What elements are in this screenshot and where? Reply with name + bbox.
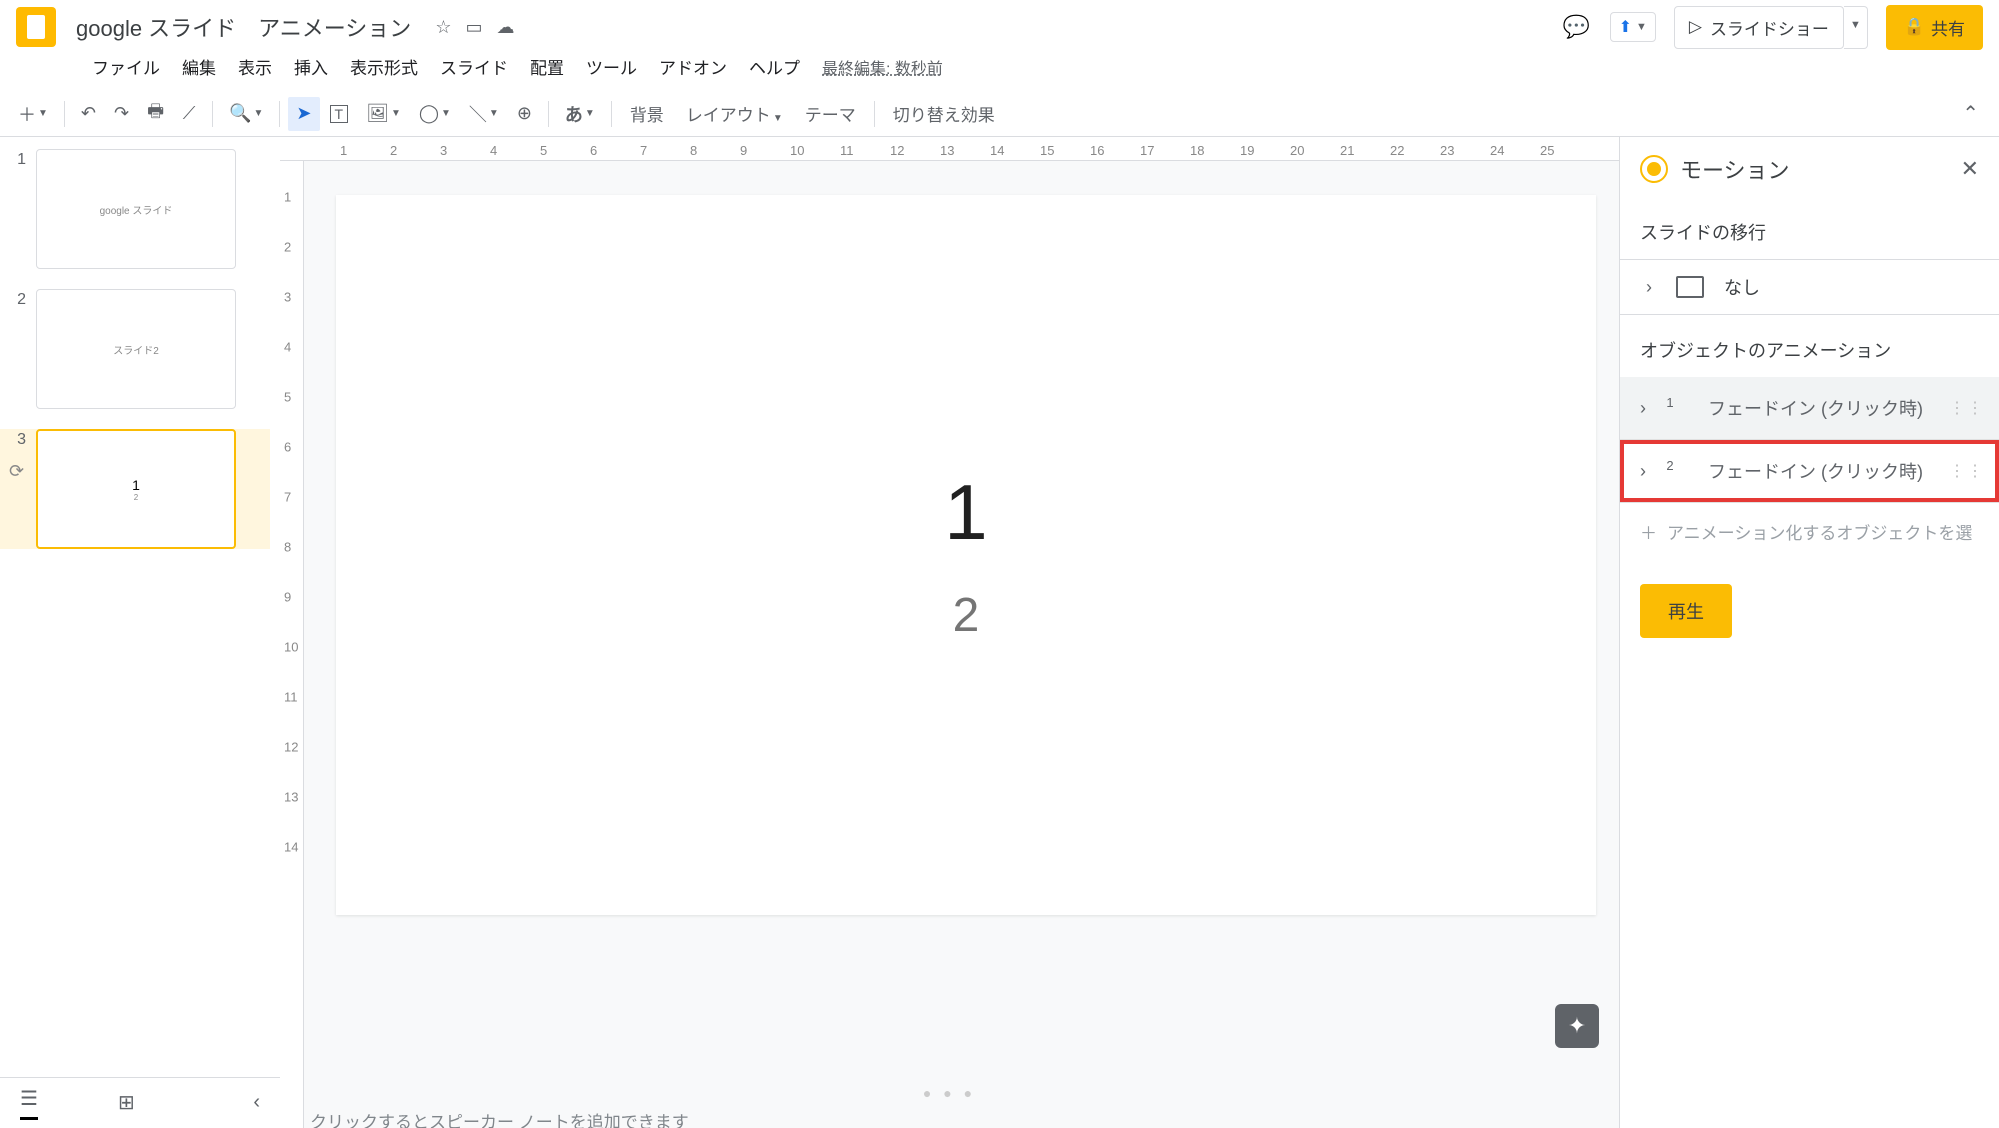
slide-icon — [1676, 276, 1704, 298]
canvas-viewport[interactable]: 1 2 ✦ — [280, 161, 1619, 1088]
title-bar: google スライド アニメーション ☆ ▭ ☁ 💬 ⬆ ▼ ▷ スライドショ… — [0, 0, 1999, 46]
arrow-up-icon: ⬆ — [1619, 17, 1632, 37]
transition-button[interactable]: 切り替え効果 — [883, 97, 1005, 130]
textbox-tool[interactable]: T — [322, 97, 357, 131]
motion-panel-title: モーション — [1680, 153, 1790, 185]
menu-arrange[interactable]: 配置 — [520, 50, 574, 83]
menu-edit[interactable]: 編集 — [172, 50, 226, 83]
chevron-right-icon: › — [1634, 398, 1652, 419]
thumb-preview: 1 2 ⟳ — [36, 429, 236, 549]
undo-button[interactable]: ↶ — [73, 97, 104, 131]
transition-row[interactable]: › なし — [1620, 259, 1999, 315]
layout-button[interactable]: レイアウト▼ — [676, 97, 793, 130]
toolbar: ＋▼ ↶ ↷ 🖶 ⟋ 🔍▼ ➤ T 🖼▼ ◯▼ ＼▼ ⊕ あ▼ 背景 レイアウト… — [0, 91, 1999, 137]
background-button[interactable]: 背景 — [620, 97, 674, 130]
redo-button[interactable]: ↷ — [106, 97, 137, 131]
move-icon[interactable]: ▭ — [465, 17, 482, 38]
theme-button[interactable]: テーマ — [795, 97, 866, 130]
animation-label: フェードイン (クリック時) — [1708, 458, 1923, 484]
new-slide-button[interactable]: ＋▼ — [10, 97, 56, 131]
animation-label: フェードイン (クリック時) — [1708, 395, 1923, 421]
paint-format-button[interactable]: ⟋ — [174, 97, 204, 131]
speaker-notes-drag-handle[interactable]: ● ● ● — [280, 1088, 1619, 1098]
animation-order-number: 2 — [1662, 458, 1678, 473]
select-tool[interactable]: ➤ — [288, 97, 319, 131]
lock-icon: 🔒 — [1904, 17, 1925, 37]
slide-thumb-2[interactable]: 2 スライド2 — [10, 289, 270, 409]
last-edit-link[interactable]: 最終編集: 数秒前 — [822, 55, 943, 79]
drag-handle-icon[interactable]: ⋮⋮ — [1949, 461, 1985, 481]
grid-view-button[interactable]: ⊞ — [118, 1090, 135, 1115]
animation-order-number: 1 — [1662, 395, 1678, 410]
filmstrip-bottom-bar: ☰ ⊞ ‹ — [0, 1077, 280, 1127]
canvas-area: 1234567891011121314151617181920212223242… — [280, 137, 1619, 1128]
slide-subtitle-text[interactable]: 2 — [953, 588, 980, 643]
menu-bar: ファイル 編集 表示 挿入 表示形式 スライド 配置 ツール アドオン ヘルプ … — [0, 46, 1999, 91]
close-panel-button[interactable]: ✕ — [1961, 156, 1979, 182]
thumb-preview: google スライド — [36, 149, 236, 269]
slide-canvas[interactable]: 1 2 — [336, 195, 1596, 915]
slide-title-text[interactable]: 1 — [944, 467, 987, 558]
menu-tools[interactable]: ツール — [576, 50, 647, 83]
add-animation-button[interactable]: ＋ アニメーション化するオブジェクトを選 — [1620, 503, 1999, 560]
transition-section-label: スライドの移行 — [1620, 197, 1999, 259]
motion-icon — [1640, 155, 1668, 183]
zoom-button[interactable]: 🔍▼ — [221, 97, 271, 131]
filmstrip: 1 google スライド 2 スライド2 3 1 2 ⟳ — [0, 137, 280, 1128]
add-animation-label: アニメーション化するオブジェクトを選 — [1667, 519, 1972, 544]
chevron-right-icon: › — [1640, 277, 1658, 298]
explore-button[interactable]: ✦ — [1555, 1004, 1599, 1048]
ime-button[interactable]: あ▼ — [557, 97, 603, 131]
menu-addons[interactable]: アドオン — [649, 50, 737, 83]
menu-format[interactable]: 表示形式 — [340, 50, 428, 83]
thumb-preview: スライド2 — [36, 289, 236, 409]
add-comment-button[interactable]: ⊕ — [509, 97, 540, 131]
image-tool[interactable]: 🖼▼ — [358, 97, 409, 131]
filmstrip-view-button[interactable]: ☰ — [20, 1086, 38, 1120]
slideshow-dropdown[interactable]: ▼ — [1844, 6, 1868, 49]
plus-icon: ＋ — [1640, 519, 1657, 544]
speaker-notes[interactable]: クリックするとスピーカー ノートを追加できます — [280, 1098, 1619, 1128]
share-button[interactable]: 🔒 共有 — [1886, 5, 1983, 50]
menu-insert[interactable]: 挿入 — [284, 50, 338, 83]
collapse-toolbar-button[interactable]: ⌃ — [1952, 97, 1989, 130]
slide-thumb-1[interactable]: 1 google スライド — [10, 149, 270, 269]
print-button[interactable]: 🖶 — [139, 97, 172, 131]
chevron-right-icon: › — [1634, 461, 1652, 482]
animation-indicator-icon: ⟳ — [9, 461, 24, 482]
share-label: 共有 — [1931, 15, 1965, 40]
drag-handle-icon[interactable]: ⋮⋮ — [1949, 398, 1985, 418]
menu-help[interactable]: ヘルプ — [739, 50, 810, 83]
collapse-filmstrip-button[interactable]: ‹ — [253, 1091, 260, 1114]
animation-row-1[interactable]: › 1 フェードイン (クリック時) ⋮⋮ — [1620, 377, 1999, 440]
star-icon[interactable]: ☆ — [435, 17, 451, 38]
animation-row-2[interactable]: › 2 フェードイン (クリック時) ⋮⋮ — [1620, 440, 1999, 503]
present-upload-button[interactable]: ⬆ ▼ — [1610, 12, 1656, 42]
horizontal-ruler: 1234567891011121314151617181920212223242… — [280, 137, 1619, 161]
line-tool[interactable]: ＼▼ — [461, 97, 507, 131]
object-animation-section-label: オブジェクトのアニメーション — [1620, 315, 1999, 377]
slides-logo[interactable] — [16, 7, 56, 47]
play-animations-button[interactable]: 再生 — [1640, 584, 1732, 638]
slideshow-label: スライドショー — [1710, 15, 1829, 40]
menu-file[interactable]: ファイル — [82, 50, 170, 83]
slide-thumb-3[interactable]: 3 1 2 ⟳ — [0, 429, 270, 549]
chevron-down-icon: ▼ — [1636, 21, 1647, 33]
slideshow-button[interactable]: ▷ スライドショー — [1674, 6, 1844, 49]
comment-history-icon[interactable]: 💬 — [1562, 12, 1592, 42]
menu-view[interactable]: 表示 — [228, 50, 282, 83]
play-icon: ▷ — [1689, 17, 1702, 37]
motion-panel: モーション ✕ スライドの移行 › なし オブジェクトのアニメーション › 1 … — [1619, 137, 1999, 1128]
shape-tool[interactable]: ◯▼ — [411, 97, 459, 131]
menu-slide[interactable]: スライド — [430, 50, 518, 83]
cloud-status-icon[interactable]: ☁ — [496, 17, 514, 38]
document-title[interactable]: google スライド アニメーション — [72, 9, 415, 45]
transition-value: なし — [1724, 274, 1760, 300]
